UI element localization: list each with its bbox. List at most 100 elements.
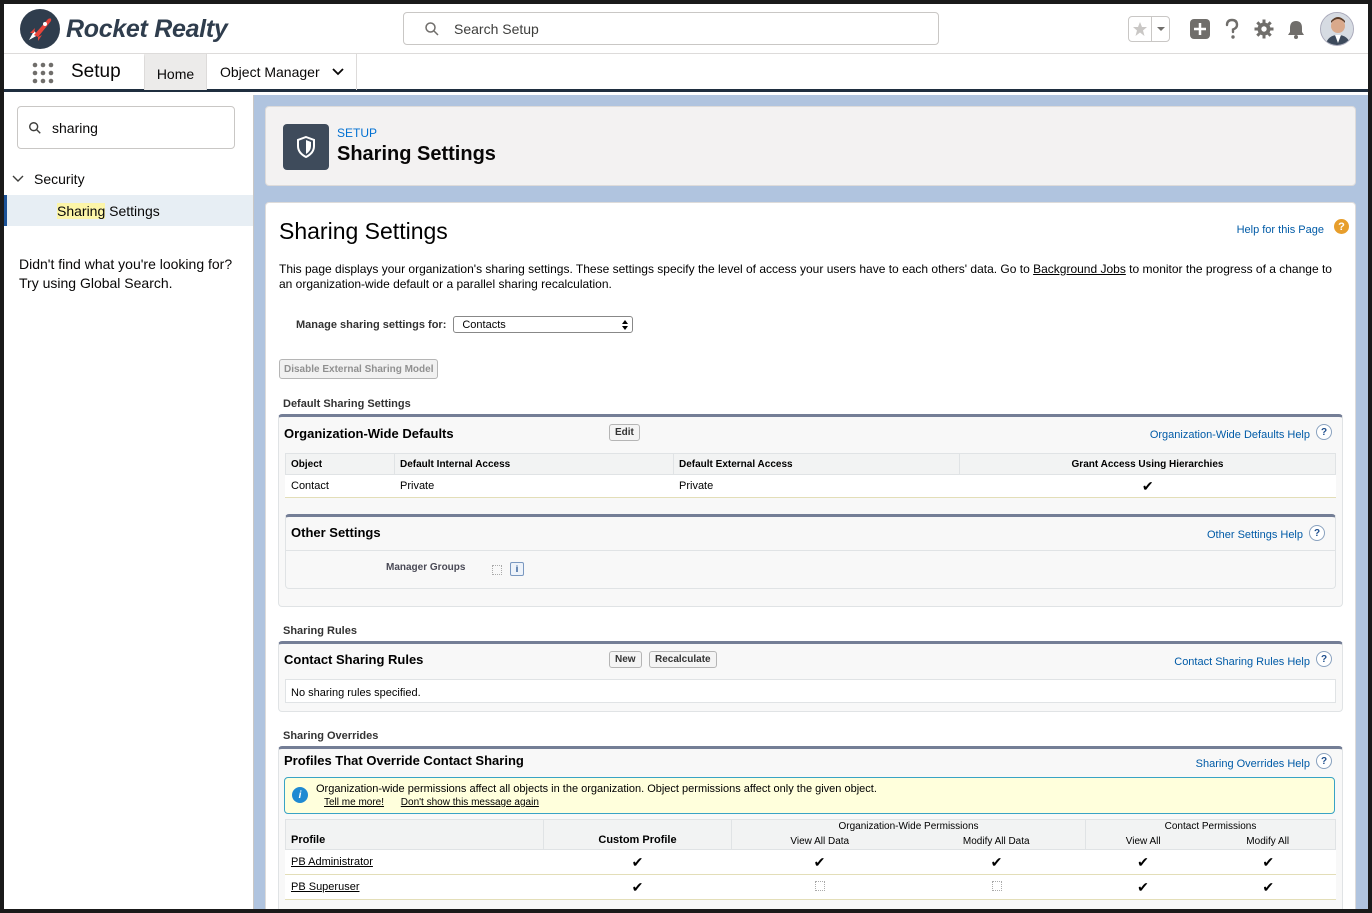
disable-external-sharing-button[interactable]: Disable External Sharing Model bbox=[279, 359, 439, 379]
sharing-overrides-help-link[interactable]: Sharing Overrides Help bbox=[1196, 758, 1310, 770]
column-header-custom-profile: Custom Profile bbox=[543, 819, 732, 850]
help-icon[interactable] bbox=[1216, 13, 1248, 45]
checkmark-icon: ✔ bbox=[1137, 878, 1149, 895]
checkmark-icon: ✔ bbox=[631, 878, 644, 895]
info-links: Tell me more! Don't show this message ag… bbox=[324, 797, 553, 808]
help-icon[interactable]: ? bbox=[1316, 651, 1332, 667]
tab-object-manager-label: Object Manager bbox=[220, 64, 320, 80]
star-icon[interactable] bbox=[1129, 17, 1151, 41]
org-wide-defaults-table: Object Default Internal Access Default E… bbox=[285, 453, 1336, 498]
recalculate-button[interactable]: Recalculate bbox=[649, 651, 717, 668]
cell-custom: ✔ bbox=[543, 849, 732, 875]
global-header: Rocket Realty bbox=[4, 4, 1368, 54]
cell-hierarchies: ✔ bbox=[959, 474, 1336, 498]
sidebar-item-sharing-settings[interactable]: Sharing Settings bbox=[4, 195, 253, 226]
help-icon[interactable]: ? bbox=[1316, 753, 1332, 769]
sharing-overrides-section-label: Sharing Overrides bbox=[283, 730, 379, 742]
search-input[interactable] bbox=[454, 20, 854, 37]
shield-icon bbox=[283, 124, 329, 170]
cell-custom: ✔ bbox=[543, 874, 732, 900]
unchecked-box-icon bbox=[814, 880, 825, 891]
gear-icon[interactable] bbox=[1248, 13, 1280, 45]
search-icon bbox=[425, 21, 439, 36]
cell-view-all-data: ✔ bbox=[731, 849, 908, 875]
breadcrumb[interactable]: SETUP bbox=[337, 126, 377, 140]
column-header-modify-all: Modify All bbox=[1200, 833, 1337, 850]
bell-icon[interactable] bbox=[1280, 13, 1312, 45]
chevron-down-icon[interactable] bbox=[331, 68, 344, 76]
tree-node-security-label: Security bbox=[34, 171, 85, 187]
dont-show-again-link[interactable]: Don't show this message again bbox=[401, 797, 539, 808]
help-for-page-link[interactable]: Help for this Page bbox=[1237, 224, 1324, 236]
new-rule-button[interactable]: New bbox=[609, 651, 642, 668]
profiles-override-block: Profiles That Override Contact Sharing S… bbox=[278, 746, 1343, 909]
help-icon[interactable]: ? bbox=[1316, 424, 1332, 440]
brand-logo[interactable]: Rocket Realty bbox=[20, 9, 228, 49]
profile-link[interactable]: PB Superuser bbox=[291, 881, 359, 893]
help-icon[interactable]: ? bbox=[1334, 219, 1349, 234]
background-jobs-link[interactable]: Background Jobs bbox=[1033, 262, 1126, 276]
quick-find-input[interactable] bbox=[52, 119, 222, 136]
select-arrows-icon bbox=[622, 319, 629, 330]
column-header: Default External Access bbox=[673, 453, 960, 475]
column-header-view-all: View All bbox=[1085, 833, 1201, 850]
table-group-header-row: Profile Custom Profile Organization-Wide… bbox=[285, 819, 1336, 850]
other-settings-block: Other Settings Other Settings Help ? Man… bbox=[285, 514, 1336, 589]
not-found-hint: Didn't find what you're looking for? Try… bbox=[19, 256, 233, 291]
cell-view-all: ✔ bbox=[1085, 849, 1201, 875]
org-wide-defaults-title: Organization-Wide Defaults bbox=[284, 426, 454, 441]
object-select-value: Contacts bbox=[462, 318, 506, 331]
column-header-view-all-data: View All Data bbox=[731, 833, 908, 850]
profiles-override-title: Profiles That Override Contact Sharing bbox=[284, 753, 524, 768]
info-icon: i bbox=[292, 787, 308, 803]
cell-view-all-data bbox=[731, 874, 908, 900]
quick-find[interactable] bbox=[17, 106, 235, 149]
cell-modify-all: ✔ bbox=[1199, 874, 1336, 900]
content-panel: Sharing Settings Help for this Page ? Th… bbox=[265, 202, 1356, 909]
brand-name: Rocket Realty bbox=[66, 14, 228, 43]
checkmark-icon: ✔ bbox=[1141, 477, 1154, 494]
info-message-box: i Organization-wide permissions affect a… bbox=[284, 777, 1335, 814]
app-name: Setup bbox=[71, 61, 121, 82]
org-wide-defaults-help-link[interactable]: Organization-Wide Defaults Help bbox=[1150, 429, 1310, 441]
cell-external: Private bbox=[673, 474, 960, 498]
contact-sharing-rules-block: Contact Sharing Rules New Recalculate Co… bbox=[278, 641, 1343, 712]
group-header-contact: Contact Permissions bbox=[1085, 819, 1336, 834]
cell-view-all: ✔ bbox=[1085, 874, 1201, 900]
description-text: This page displays your organization's s… bbox=[279, 262, 1034, 276]
help-icon[interactable]: ? bbox=[1309, 525, 1325, 541]
favorites-control[interactable] bbox=[1128, 16, 1170, 42]
tree-node-security[interactable]: Security bbox=[12, 171, 85, 187]
edit-button[interactable]: Edit bbox=[609, 424, 640, 441]
checkmark-icon: ✔ bbox=[1262, 878, 1275, 895]
object-select[interactable]: Contacts bbox=[453, 316, 634, 333]
manager-groups-checkbox[interactable] bbox=[492, 565, 502, 575]
column-header-profile: Profile bbox=[285, 819, 544, 850]
page-description: This page displays your organization's s… bbox=[279, 262, 1339, 292]
cell-profile: PB Administrator bbox=[285, 849, 544, 875]
checkmark-icon: ✔ bbox=[990, 853, 1003, 870]
global-search[interactable] bbox=[403, 12, 939, 45]
app-launcher-icon[interactable] bbox=[32, 62, 54, 84]
tab-home[interactable]: Home bbox=[144, 54, 206, 90]
other-settings-help-link[interactable]: Other Settings Help bbox=[1207, 529, 1303, 541]
avatar[interactable] bbox=[1320, 12, 1354, 46]
info-message-text: Organization-wide permissions affect all… bbox=[316, 783, 877, 795]
tab-object-manager[interactable]: Object Manager bbox=[206, 54, 357, 90]
app-frame: Rocket Realty Search Setup Setup Home Ob… bbox=[4, 4, 1368, 909]
divider bbox=[286, 550, 1335, 551]
cell-internal: Private bbox=[394, 474, 674, 498]
cell-object: Contact bbox=[285, 474, 395, 498]
table-header-row: Object Default Internal Access Default E… bbox=[285, 453, 1336, 475]
group-header-org-wide: Organization-Wide Permissions bbox=[731, 819, 1086, 834]
cell-profile: PB Superuser bbox=[285, 874, 544, 900]
info-icon[interactable]: i bbox=[510, 562, 524, 576]
table-row: PB Superuser ✔ ✔ ✔ bbox=[285, 874, 1336, 900]
profile-link[interactable]: PB Administrator bbox=[291, 856, 373, 868]
chevron-down-icon[interactable] bbox=[1151, 17, 1169, 41]
checkmark-icon: ✔ bbox=[631, 853, 644, 870]
contact-sharing-rules-help-link[interactable]: Contact Sharing Rules Help bbox=[1174, 656, 1310, 668]
add-icon[interactable] bbox=[1184, 13, 1216, 45]
tell-me-more-link[interactable]: Tell me more! bbox=[324, 797, 384, 808]
column-header: Default Internal Access bbox=[394, 453, 674, 475]
